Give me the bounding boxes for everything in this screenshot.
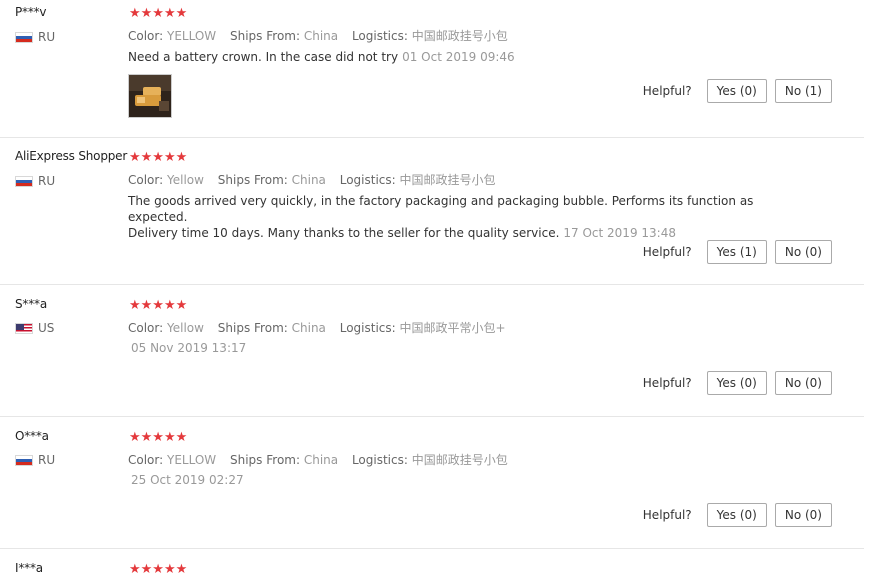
review-text: Need a battery crown. In the case did no… bbox=[128, 50, 399, 64]
ships-from-value: China bbox=[303, 453, 339, 467]
review-date: 17 Oct 2019 13:48 bbox=[563, 226, 676, 240]
reviewer-name: AliExpress Shopper bbox=[15, 149, 128, 163]
helpful-yes-button[interactable]: Yes (1) bbox=[706, 240, 767, 264]
helpful-controls: Helpful? Yes (0) No (0) bbox=[643, 503, 832, 527]
logistics-value: 中国邮政挂号小包 bbox=[411, 453, 508, 467]
review-item: O***a RU ★★★★★ Color: YELLOW Ships From:… bbox=[0, 417, 864, 549]
logistics-value: 中国邮政平常小包+ bbox=[399, 321, 506, 335]
helpful-controls: Helpful? Yes (0) No (1) bbox=[643, 79, 832, 103]
ships-from-key: Ships From: bbox=[217, 321, 288, 335]
star-rating: ★★★★★ bbox=[129, 562, 188, 577]
helpful-label: Helpful? bbox=[642, 508, 692, 522]
review-photo-thumbnail[interactable] bbox=[128, 74, 172, 118]
helpful-label: Helpful? bbox=[642, 376, 692, 390]
logistics-key: Logistics: bbox=[339, 321, 396, 335]
helpful-yes-button[interactable]: Yes (0) bbox=[706, 503, 767, 527]
helpful-no-button[interactable]: No (0) bbox=[774, 371, 832, 395]
review-date: 05 Nov 2019 13:17 bbox=[131, 341, 247, 355]
ships-from-key: Ships From: bbox=[230, 453, 301, 467]
logistics-value: 中国邮政挂号小包 bbox=[399, 173, 496, 187]
review-attributes: Color: YELLOW Ships From: China Logistic… bbox=[128, 27, 518, 44]
reviewer-name: I***a bbox=[15, 561, 43, 575]
review-item: S***a US ★★★★★ Color: Yellow Ships From:… bbox=[0, 285, 864, 417]
star-rating: ★★★★★ bbox=[129, 150, 188, 165]
color-value: YELLOW bbox=[167, 453, 217, 467]
color-value: Yellow bbox=[167, 173, 204, 187]
country-code: RU bbox=[38, 30, 56, 44]
helpful-no-button[interactable]: No (1) bbox=[774, 79, 832, 103]
flag-ru-icon bbox=[15, 454, 33, 466]
flag-us-icon bbox=[15, 322, 33, 334]
country-code: RU bbox=[38, 453, 56, 467]
ships-from-key: Ships From: bbox=[217, 173, 288, 187]
review-attributes: Color: Yellow Ships From: China Logistic… bbox=[128, 319, 516, 336]
logistics-value: 中国邮政挂号小包 bbox=[411, 29, 508, 43]
review-attributes: Color: YELLOW Ships From: China Logistic… bbox=[128, 451, 518, 468]
review-item: AliExpress Shopper RU ★★★★★ Color: Yello… bbox=[0, 138, 864, 285]
reviewer-country: RU bbox=[15, 174, 55, 188]
color-value: YELLOW bbox=[167, 29, 217, 43]
review-date: 25 Oct 2019 02:27 bbox=[131, 473, 244, 487]
reviewer-country: RU bbox=[15, 30, 55, 44]
ships-from-value: China bbox=[291, 321, 326, 335]
star-rating: ★★★★★ bbox=[129, 298, 188, 313]
color-key: Color: bbox=[128, 29, 164, 43]
reviewer-name: S***a bbox=[15, 297, 47, 311]
ships-from-value: China bbox=[291, 173, 326, 187]
helpful-no-button[interactable]: No (0) bbox=[774, 503, 832, 527]
flag-ru-icon bbox=[15, 31, 33, 43]
color-key: Color: bbox=[128, 321, 164, 335]
review-item: P***v RU ★★★★★ Color: YELLOW Ships From:… bbox=[0, 0, 864, 138]
star-rating: ★★★★★ bbox=[129, 430, 188, 445]
helpful-no-button[interactable]: No (0) bbox=[774, 240, 832, 264]
country-code: US bbox=[38, 321, 55, 335]
helpful-controls: Helpful? Yes (0) No (0) bbox=[643, 371, 832, 395]
color-key: Color: bbox=[128, 173, 164, 187]
review-text-line: The goods arrived very quickly, in the f… bbox=[128, 194, 754, 224]
reviewer-country: RU bbox=[15, 453, 55, 467]
ships-from-value: China bbox=[303, 29, 339, 43]
review-text-block: Need a battery crown. In the case did no… bbox=[128, 49, 778, 65]
reviewer-country: US bbox=[15, 321, 54, 335]
color-value: Yellow bbox=[167, 321, 204, 335]
review-attributes: Color: Yellow Ships From: China Logistic… bbox=[128, 171, 506, 188]
logistics-key: Logistics: bbox=[339, 173, 396, 187]
review-text-block: The goods arrived very quickly, in the f… bbox=[128, 193, 778, 241]
helpful-controls: Helpful? Yes (1) No (0) bbox=[643, 240, 832, 264]
review-item: I***a ★★★★★ bbox=[0, 555, 864, 579]
helpful-label: Helpful? bbox=[642, 84, 692, 98]
reviewer-name: O***a bbox=[15, 429, 49, 443]
review-text-line: Delivery time 10 days. Many thanks to th… bbox=[128, 226, 560, 240]
review-date: 01 Oct 2019 09:46 bbox=[402, 50, 515, 64]
ships-from-key: Ships From: bbox=[230, 29, 301, 43]
country-code: RU bbox=[38, 174, 56, 188]
helpful-yes-button[interactable]: Yes (0) bbox=[706, 79, 767, 103]
flag-ru-icon bbox=[15, 175, 33, 187]
reviewer-name: P***v bbox=[15, 5, 47, 19]
helpful-label: Helpful? bbox=[642, 245, 692, 259]
star-rating: ★★★★★ bbox=[129, 6, 188, 21]
color-key: Color: bbox=[128, 453, 164, 467]
logistics-key: Logistics: bbox=[351, 453, 408, 467]
logistics-key: Logistics: bbox=[351, 29, 408, 43]
helpful-yes-button[interactable]: Yes (0) bbox=[706, 371, 767, 395]
